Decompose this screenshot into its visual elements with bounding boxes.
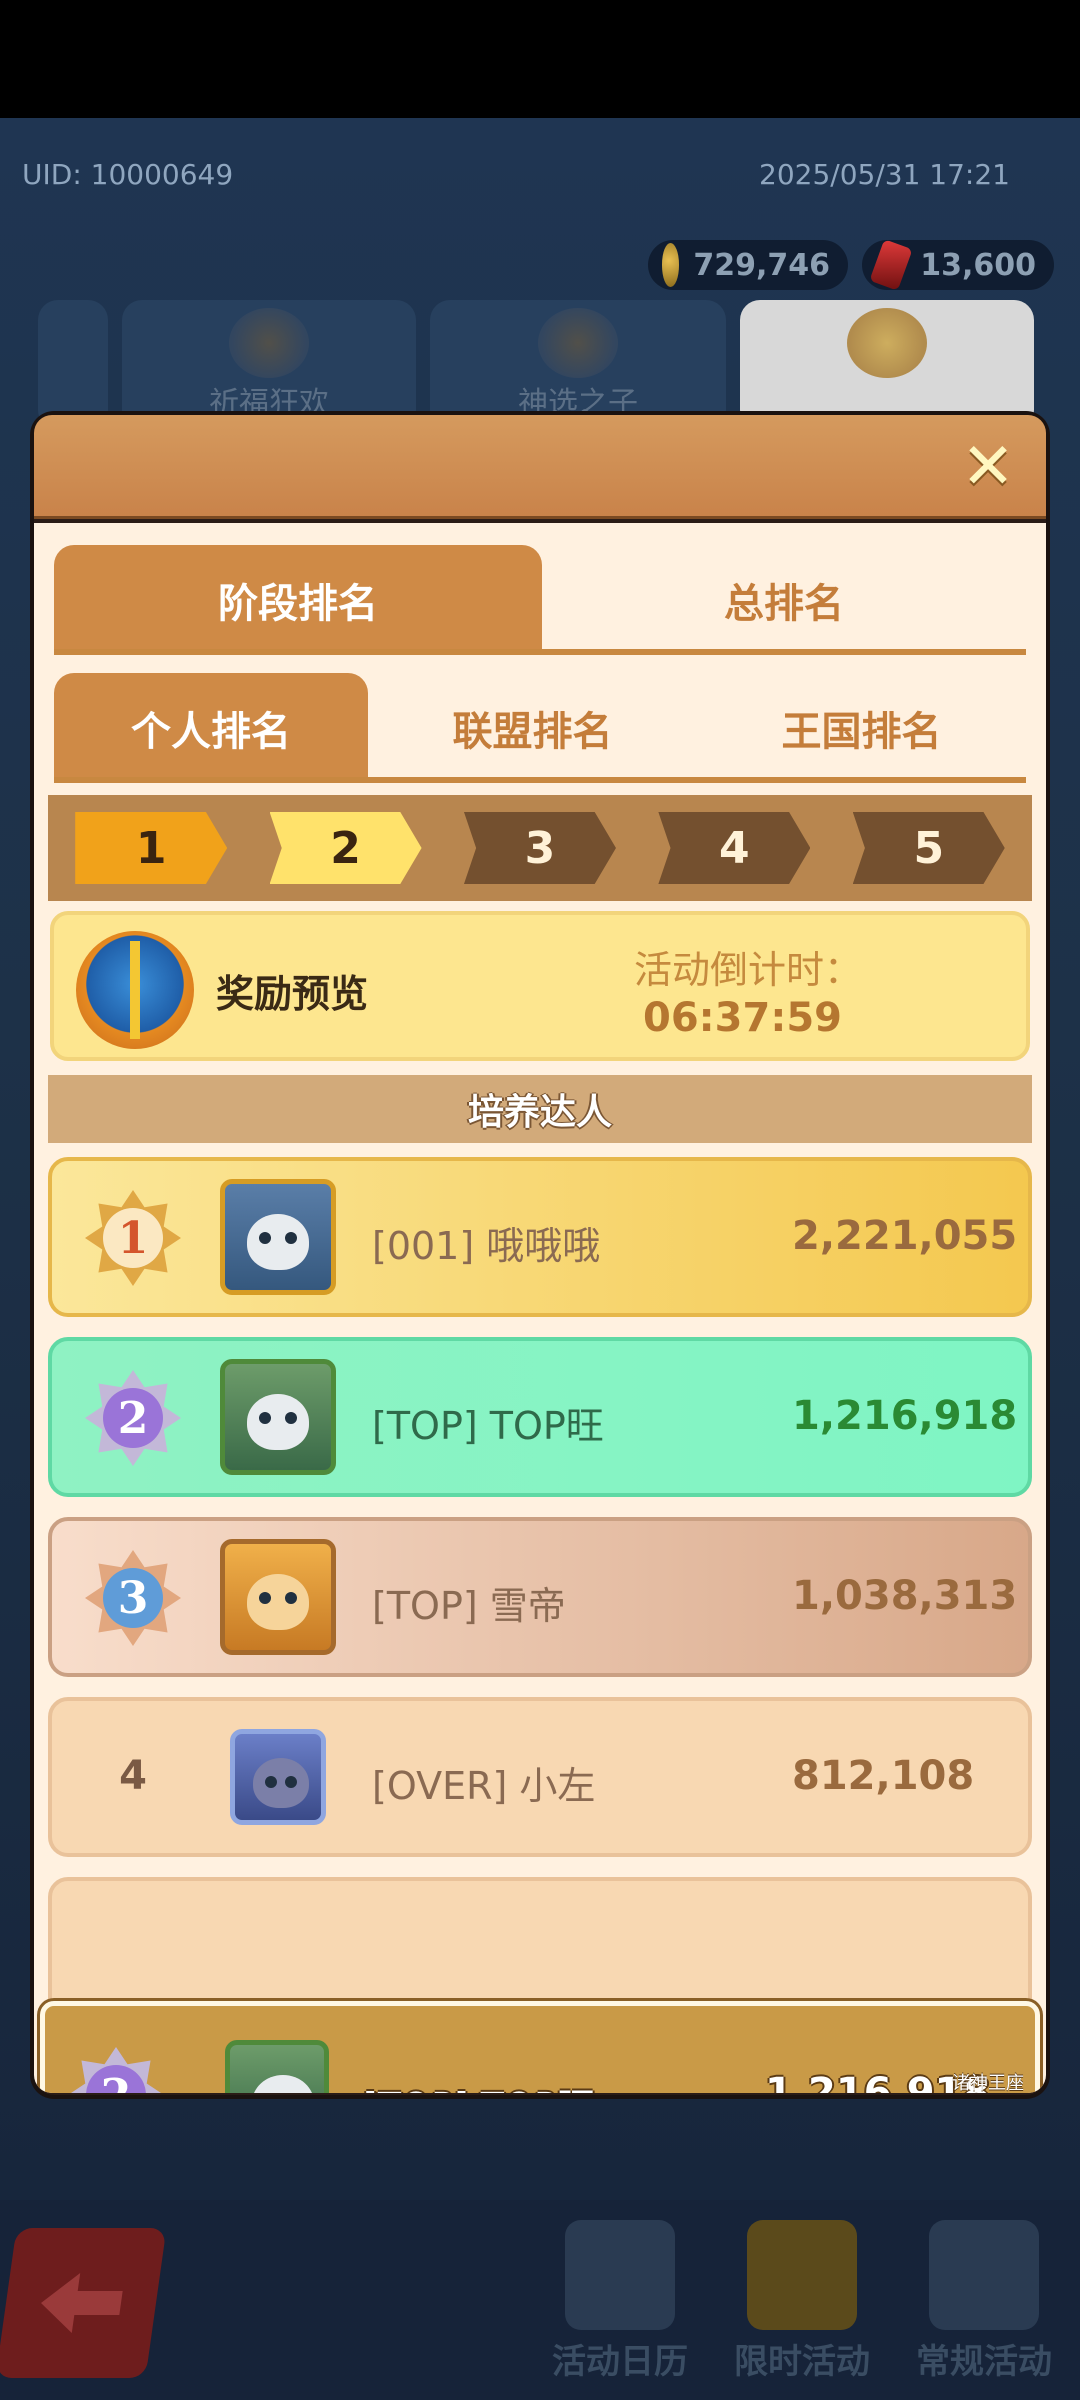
- gold-counter: 729,746: [648, 240, 848, 290]
- status-bar: [0, 0, 1080, 118]
- countdown-label: 活动倒计时：: [633, 948, 862, 992]
- player-score: 2,221,055: [792, 1213, 1018, 1259]
- party-icon: [929, 2220, 1039, 2330]
- background-tab-partial: [38, 300, 108, 430]
- avatar[interactable]: [220, 1179, 336, 1295]
- sub-tabs: 个人排名 联盟排名 王国排名: [54, 673, 1026, 783]
- player-name: [TOP] 雪帝: [372, 1584, 566, 1628]
- gold-coin-icon: [662, 243, 680, 287]
- close-icon[interactable]: ✕: [958, 435, 1018, 499]
- avatar[interactable]: [225, 2040, 329, 2093]
- nav-label: 限时活动: [734, 2342, 870, 2382]
- stage-step-1[interactable]: 1: [75, 812, 228, 884]
- my-ranking-row[interactable]: 2 [TOP] TOP旺 1,216,918 诸神王座 1服: [40, 2001, 1040, 2093]
- tab-alliance-ranking[interactable]: 联盟排名: [368, 673, 697, 783]
- stage-step-2[interactable]: 2: [269, 812, 422, 884]
- cat-avatar-icon: [253, 1758, 309, 1808]
- modal-header: ✕: [34, 415, 1046, 519]
- reward-preview-panel[interactable]: 奖励预览 活动倒计时： 06:37:59: [50, 911, 1030, 1061]
- rank-number: 4: [119, 1753, 147, 1799]
- server-name: 诸神王座 1服: [943, 2072, 1033, 2093]
- avatar[interactable]: [220, 1359, 336, 1475]
- winged-emblem-icon: [538, 308, 618, 378]
- tab-total-ranking[interactable]: 总排名: [542, 545, 1026, 655]
- gem-counter: 13,600: [862, 239, 1054, 291]
- nav-regular-event[interactable]: 常规活动: [894, 2220, 1074, 2383]
- countdown-timer: 06:37:59: [643, 995, 842, 1041]
- ranking-row[interactable]: 4 [OVER] 小左 812,108: [48, 1697, 1032, 1857]
- background-tab-chosen[interactable]: 神选之子: [430, 300, 726, 430]
- rank-number: 3: [103, 1568, 163, 1628]
- crystal-emblem-icon: [229, 308, 309, 378]
- gem-value: 13,600: [920, 247, 1036, 283]
- modal-body: 阶段排名 总排名 个人排名 联盟排名 王国排名 1 2 3 4 5 奖励预览 活…: [34, 523, 1046, 2093]
- datetime-label: 2025/05/31 17:21: [759, 158, 1010, 191]
- player-name: [TOP] TOP旺: [363, 2076, 595, 2093]
- player-score: 812,108: [792, 1753, 975, 1799]
- ranking-row[interactable]: 1 [001] 哦哦哦 2,221,055: [48, 1157, 1032, 1317]
- back-button[interactable]: [0, 2228, 167, 2378]
- stage-step-3[interactable]: 3: [463, 812, 616, 884]
- uid-label: UID: 10000649: [22, 158, 234, 191]
- tab-personal-ranking[interactable]: 个人排名: [54, 673, 369, 783]
- cat-avatar-icon: [252, 2075, 314, 2093]
- server-line-1: 诸神王座: [952, 2073, 1024, 2093]
- nav-label: 常规活动: [916, 2342, 1052, 2382]
- bronze-medal-icon: 3: [78, 1543, 188, 1653]
- main-tabs: 阶段排名 总排名: [54, 545, 1026, 655]
- stage-step-5[interactable]: 5: [852, 812, 1005, 884]
- avatar[interactable]: [220, 1539, 336, 1655]
- player-score: 1,038,313: [792, 1573, 1018, 1619]
- reward-preview-label: 奖励预览: [216, 972, 369, 1016]
- tab-stage-ranking[interactable]: 阶段排名: [54, 545, 542, 655]
- nav-limited-event[interactable]: 限时活动: [712, 2220, 892, 2383]
- stage-progress: 1 2 3 4 5: [48, 795, 1032, 901]
- gold-value: 729,746: [693, 247, 830, 283]
- rank-number: 1: [103, 1208, 163, 1268]
- avatar[interactable]: [230, 1729, 326, 1825]
- rank-number: 2: [86, 2065, 146, 2093]
- cat-avatar-icon: [247, 1574, 309, 1630]
- ruby-gem-icon: [869, 239, 913, 291]
- stage-step-4[interactable]: 4: [658, 812, 811, 884]
- ranking-modal: ✕ 阶段排名 总排名 个人排名 联盟排名 王国排名 1 2 3 4 5 奖励预览…: [34, 415, 1046, 2095]
- gift-icon: [747, 2220, 857, 2330]
- rank-number: 2: [103, 1388, 163, 1448]
- silver-medal-icon: 2: [78, 1363, 188, 1473]
- category-header: 培养达人: [48, 1075, 1032, 1143]
- ranking-row[interactable]: 3 [TOP] 雪帝 1,038,313: [48, 1517, 1032, 1677]
- tab-kingdom-ranking[interactable]: 王国排名: [697, 673, 1026, 783]
- crown-emblem-icon: [847, 308, 927, 378]
- player-score: 1,216,918: [792, 1393, 1018, 1439]
- player-name: [001] 哦哦哦: [372, 1224, 601, 1268]
- gift-box-icon: [76, 931, 194, 1049]
- player-name: [TOP] TOP旺: [372, 1404, 604, 1448]
- calendar-icon: [565, 2220, 675, 2330]
- background-tab-crown[interactable]: [740, 300, 1034, 430]
- silver-medal-icon: 2: [61, 2040, 171, 2093]
- nav-label: 活动日历: [552, 2342, 688, 2382]
- back-arrow-icon: [41, 2273, 123, 2333]
- background-tab-blessing[interactable]: 祈福狂欢: [122, 300, 416, 430]
- nav-activity-calendar[interactable]: 活动日历: [530, 2220, 710, 2383]
- ranking-row[interactable]: 2 [TOP] TOP旺 1,216,918: [48, 1337, 1032, 1497]
- gold-medal-icon: 1: [78, 1183, 188, 1293]
- cat-avatar-icon: [247, 1394, 309, 1450]
- cat-avatar-icon: [247, 1214, 309, 1270]
- player-name: [OVER] 小左: [372, 1764, 596, 1808]
